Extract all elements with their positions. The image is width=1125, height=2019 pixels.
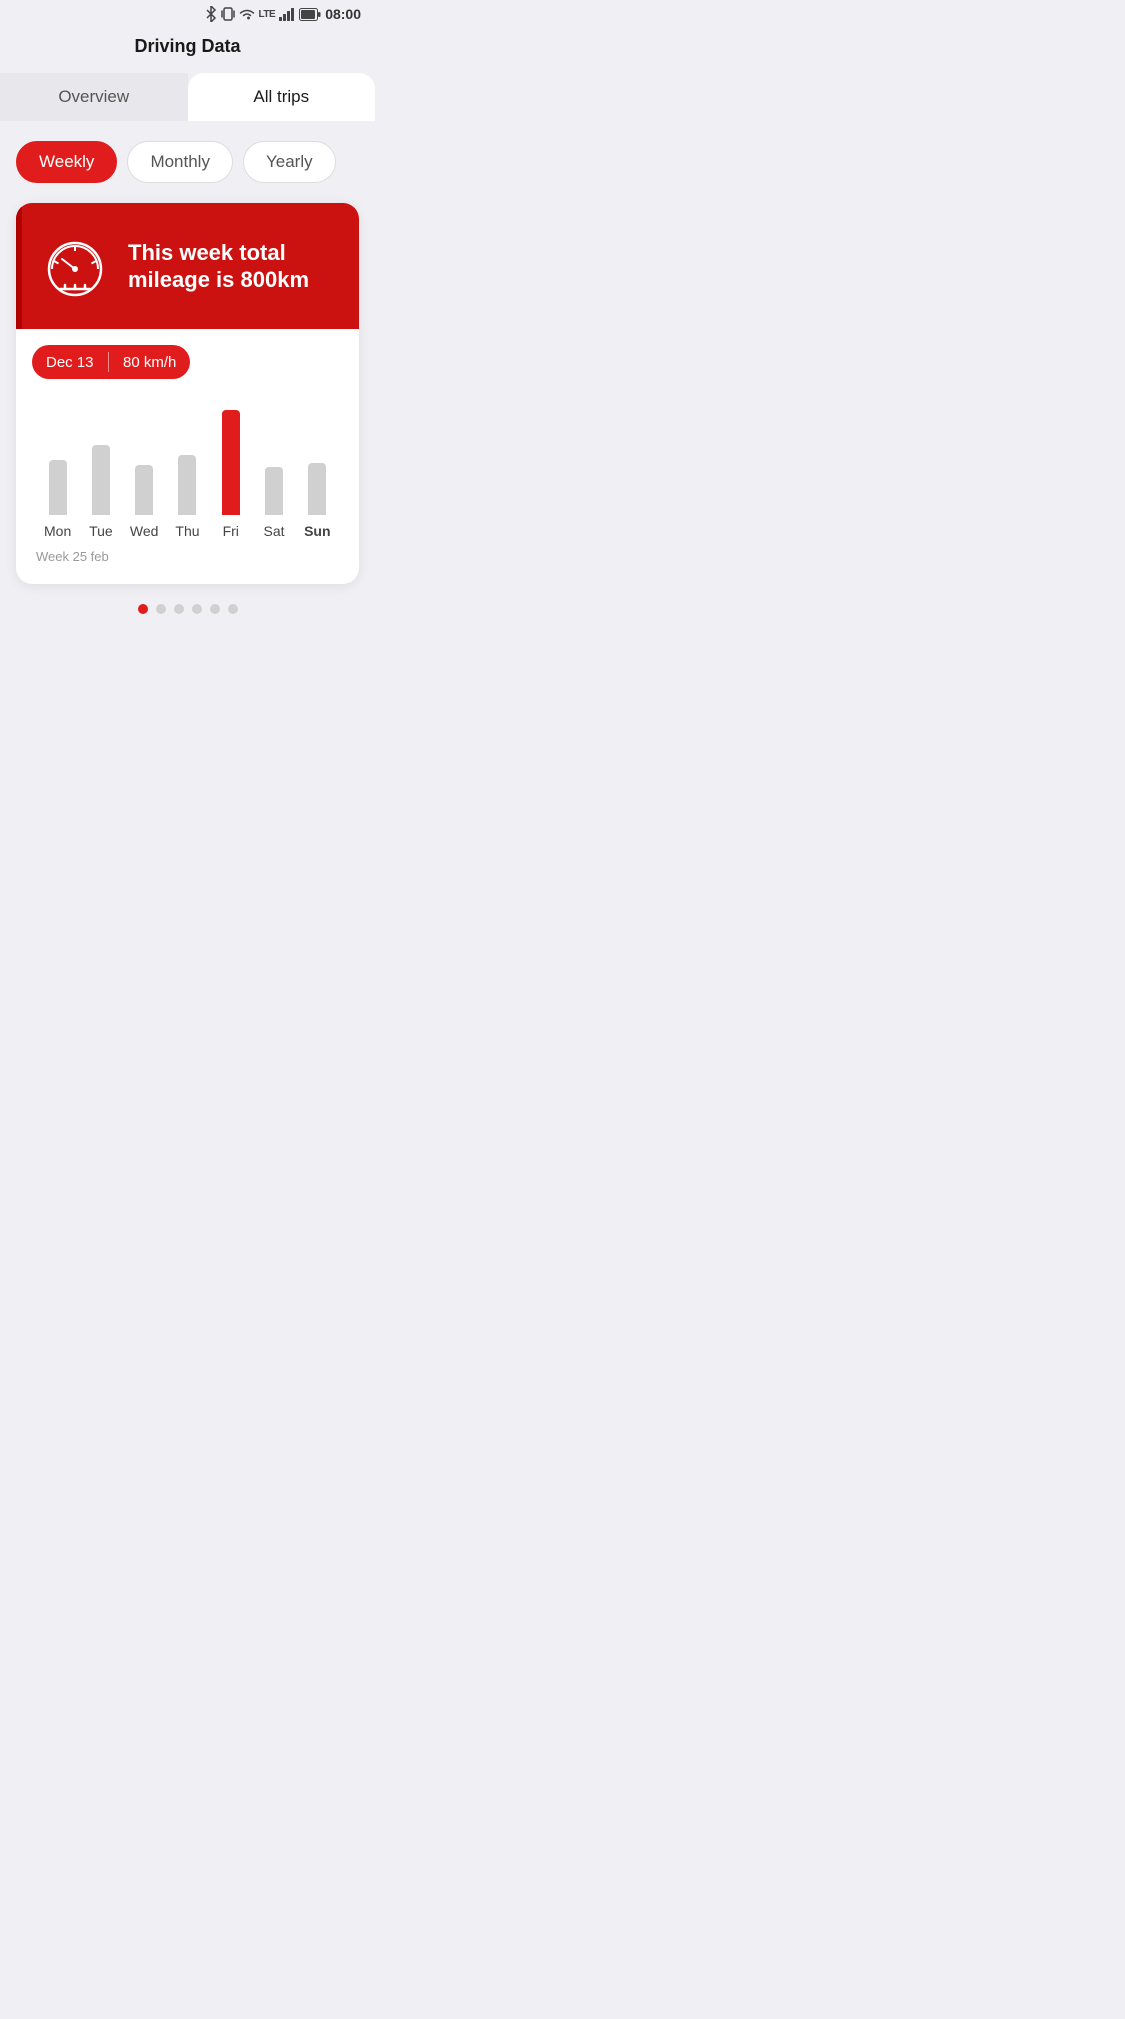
dot-5[interactable] [210, 604, 220, 614]
dot-3[interactable] [174, 604, 184, 614]
bar-tue[interactable] [79, 445, 122, 515]
page-title: Driving Data [134, 36, 240, 56]
day-thu: Thu [166, 523, 209, 539]
week-label: Week 25 feb [32, 549, 343, 564]
bar-tue-bar [92, 445, 110, 515]
signal-icon [279, 8, 295, 21]
wifi-icon [239, 7, 255, 21]
status-time: 08:00 [325, 6, 361, 22]
dot-1[interactable] [138, 604, 148, 614]
status-icons: LTE 08:00 [205, 6, 361, 22]
tab-all-trips[interactable]: All trips [188, 73, 376, 121]
bar-thu[interactable] [166, 455, 209, 515]
tab-overview[interactable]: Overview [0, 73, 188, 121]
bar-chart [32, 395, 343, 515]
status-bar: LTE 08:00 [0, 0, 375, 28]
app-header: Driving Data [0, 28, 375, 73]
bar-sat-bar [265, 467, 283, 515]
lte-icon: LTE [259, 9, 276, 20]
bar-fri-bar [222, 410, 240, 515]
battery-icon [299, 8, 321, 21]
bar-sun-bar [308, 463, 326, 515]
dot-4[interactable] [192, 604, 202, 614]
tabs-container: Overview All trips [0, 73, 375, 121]
day-mon: Mon [36, 523, 79, 539]
day-sun: Sun [296, 523, 339, 539]
bluetooth-icon [205, 6, 217, 22]
day-labels: Mon Tue Wed Thu Fri Sat Sun [32, 523, 343, 539]
period-monthly-button[interactable]: Monthly [127, 141, 233, 183]
speedometer-icon [40, 231, 110, 301]
pagination-dots [16, 584, 359, 630]
day-wed: Wed [123, 523, 166, 539]
period-yearly-button[interactable]: Yearly [243, 141, 336, 183]
dot-2[interactable] [156, 604, 166, 614]
dot-6[interactable] [228, 604, 238, 614]
main-content: Weekly Monthly Yearly [0, 121, 375, 646]
bar-thu-bar [178, 455, 196, 515]
tooltip-speed: 80 km/h [109, 354, 190, 371]
bar-wed[interactable] [123, 465, 166, 515]
day-tue: Tue [79, 523, 122, 539]
vibrate-icon [221, 6, 235, 22]
bar-tooltip: Dec 13 80 km/h [32, 345, 190, 379]
card-body: Dec 13 80 km/h [16, 329, 359, 584]
bar-sat[interactable] [252, 467, 295, 515]
period-weekly-button[interactable]: Weekly [16, 141, 117, 183]
period-filter: Weekly Monthly Yearly [16, 141, 359, 183]
bar-mon[interactable] [36, 460, 79, 515]
mileage-text: This week total mileage is 800km [128, 239, 335, 294]
weekly-summary-card: This week total mileage is 800km Dec 13 … [16, 203, 359, 584]
card-header: This week total mileage is 800km [16, 203, 359, 329]
tooltip-date: Dec 13 [32, 354, 108, 371]
bar-sun[interactable] [296, 463, 339, 515]
day-sat: Sat [252, 523, 295, 539]
bar-mon-bar [49, 460, 67, 515]
day-fri: Fri [209, 523, 252, 539]
bar-fri[interactable] [209, 410, 252, 515]
bar-wed-bar [135, 465, 153, 515]
